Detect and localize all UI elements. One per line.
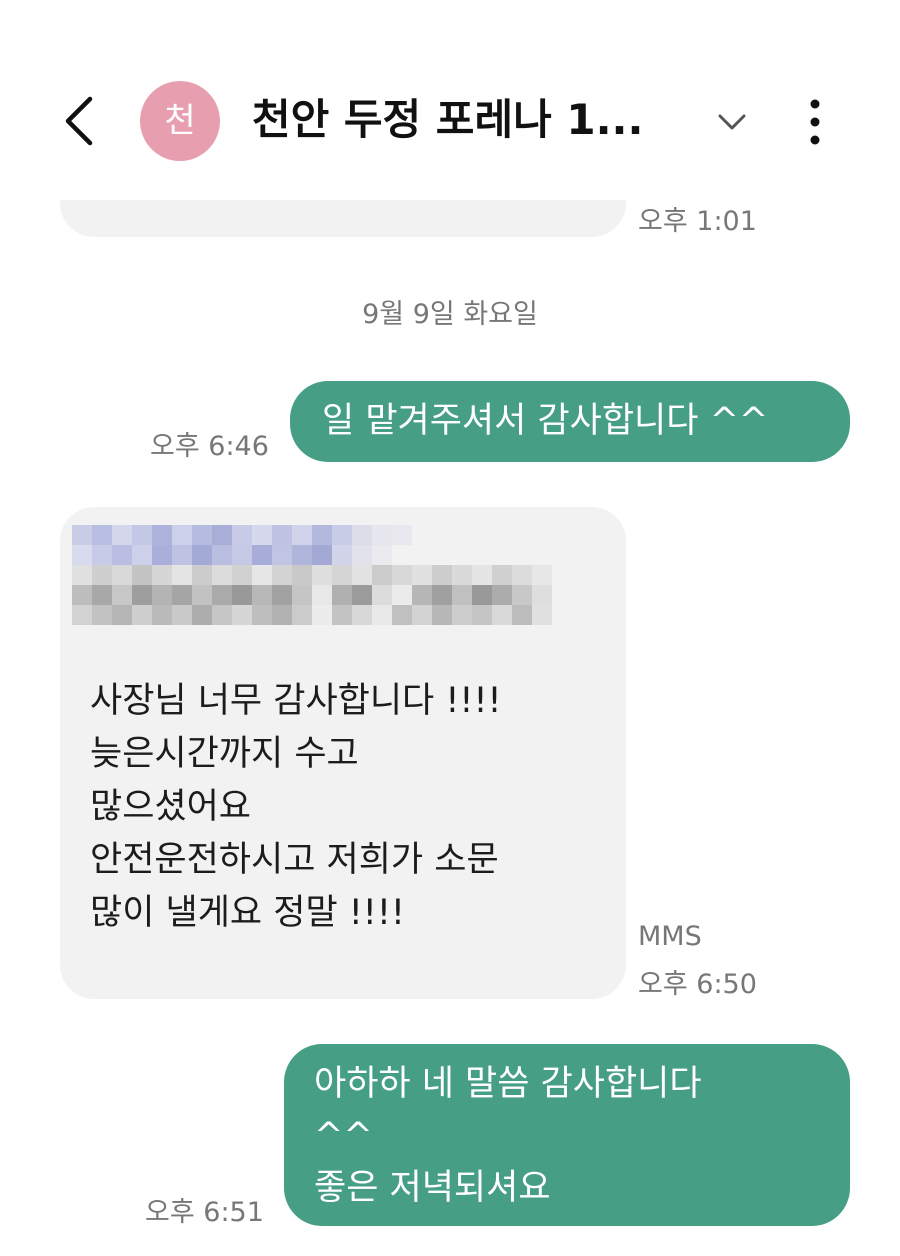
outgoing-message-bubble[interactable]: 일 맡겨주셔서 감사합니다 ^^	[290, 381, 850, 462]
message-time: 오후 6:46	[150, 431, 269, 462]
message-text-block: 사장님 너무 감사합니다 !!!! 늦은시간까지 수고 많으셨어요 안전운전하시…	[90, 675, 502, 940]
contact-title[interactable]: 천안 두정 포레나 1...	[252, 88, 692, 152]
message-text-block: 아하하 네 말씀 감사합니다 ^^ 좋은 저녁되셔요	[314, 1058, 702, 1214]
expand-button[interactable]	[712, 104, 752, 140]
message-line: ^^	[314, 1116, 373, 1156]
outgoing-message-bubble[interactable]: 아하하 네 말씀 감사합니다 ^^ 좋은 저녁되셔요	[284, 1044, 850, 1226]
message-line: 안전운전하시고 저희가 소문	[90, 840, 499, 880]
conversation-header: 천 천안 두정 포레나 1...	[0, 0, 900, 200]
chevron-left-icon	[65, 96, 93, 146]
mms-label: MMS	[638, 921, 702, 952]
message-line: 아하하 네 말씀 감사합니다	[314, 1064, 702, 1104]
message-time: 오후 1:01	[638, 206, 757, 237]
message-line: 사장님 너무 감사합니다 !!!!	[90, 681, 502, 721]
message-time: 오후 6:50	[638, 969, 757, 1000]
date-separator: 9월 9일 화요일	[362, 299, 538, 330]
message-time: 오후 6:51	[145, 1197, 264, 1228]
chevron-down-icon	[718, 114, 746, 130]
incoming-message-bubble[interactable]: 사장님 너무 감사합니다 !!!! 늦은시간까지 수고 많으셨어요 안전운전하시…	[60, 507, 626, 999]
message-line: 많으셨어요	[90, 787, 252, 827]
more-vertical-icon	[810, 99, 820, 145]
message-line: 많이 낼게요 정말 !!!!	[90, 893, 405, 933]
message-line: 늦은시간까지 수고	[90, 734, 359, 774]
message-text: 일 맡겨주셔서 감사합니다 ^^	[322, 401, 769, 441]
more-options-button[interactable]	[795, 96, 835, 148]
back-button[interactable]	[58, 95, 102, 147]
pixelated-attachment[interactable]	[72, 525, 552, 625]
contact-avatar[interactable]: 천	[140, 81, 220, 161]
message-line: 좋은 저녁되셔요	[314, 1168, 551, 1208]
